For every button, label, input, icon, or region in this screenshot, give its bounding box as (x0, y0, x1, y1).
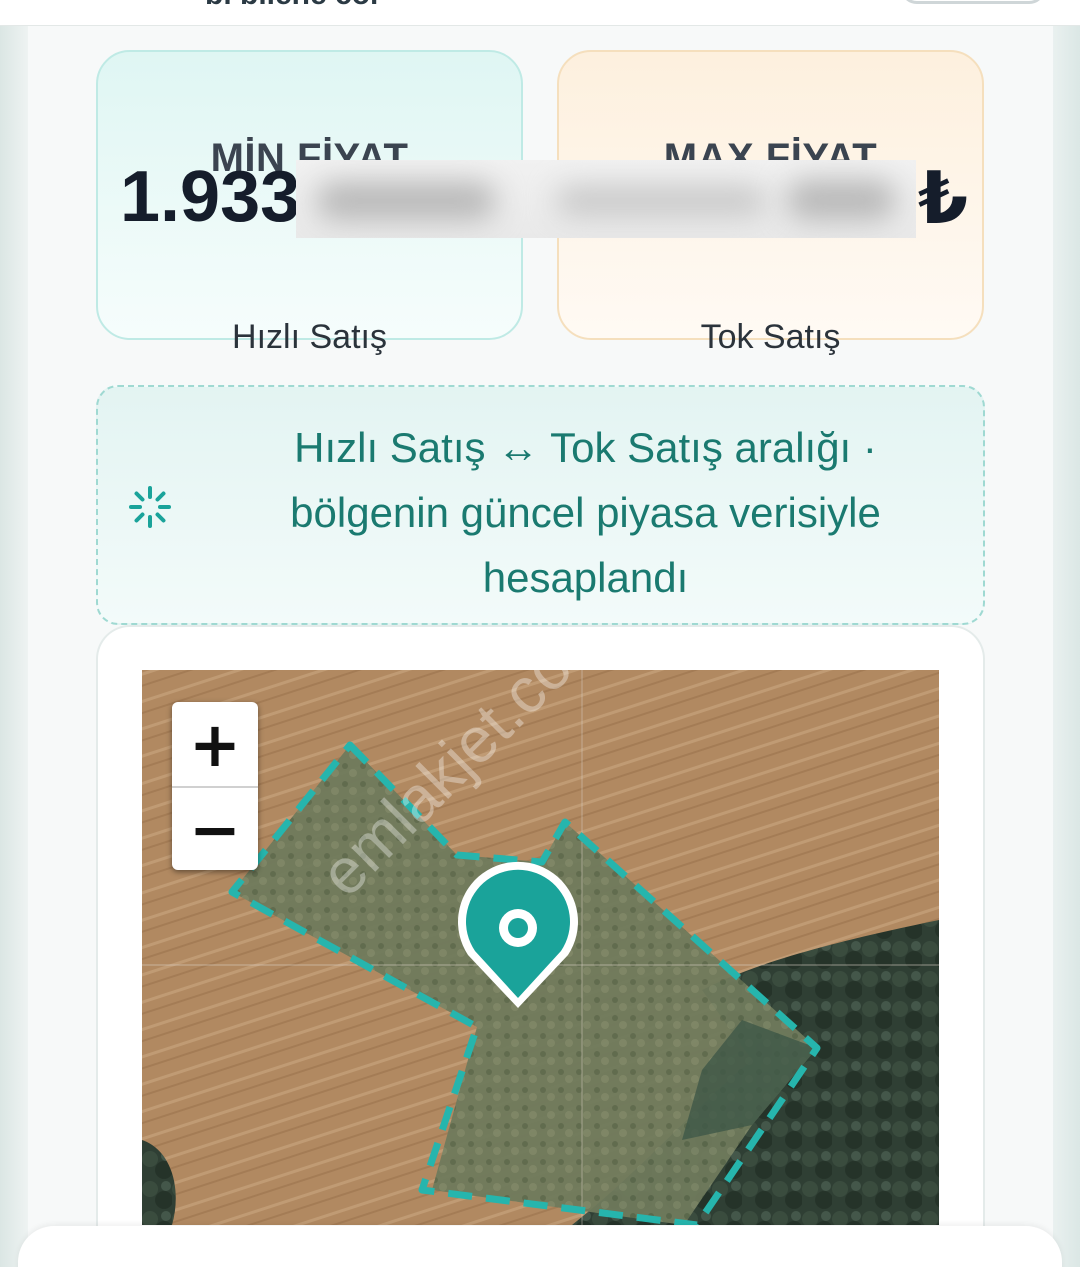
zoom-out-button[interactable]: − (172, 786, 258, 870)
price-range-info-text: Hızlı Satış ↔ Tok Satış aralığı · bölgen… (290, 424, 881, 601)
min-price-value: 1.933 (120, 157, 301, 237)
satellite-map[interactable]: emlakjet.com (142, 670, 939, 1225)
map-zoom-control: + − (172, 702, 258, 870)
header-cut-text: bi bilene cor (205, 0, 382, 12)
max-price-subtitle: Tok Satış (700, 318, 841, 356)
header-pill-button[interactable] (900, 0, 1046, 4)
map-imagery: emlakjet.com (142, 670, 939, 1225)
price-range-info-banner: Hızlı Satış ↔ Tok Satış aralığı · bölgen… (96, 385, 985, 625)
zoom-in-button[interactable]: + (172, 702, 258, 786)
bottom-sheet (18, 1226, 1062, 1267)
min-price-subtitle: Hızlı Satış (232, 318, 387, 356)
spinner-icon (129, 486, 171, 528)
max-price-currency: ₺ (918, 159, 969, 239)
redacted-price-blur (296, 160, 916, 238)
top-header-strip: bi bilene cor (0, 0, 1080, 26)
